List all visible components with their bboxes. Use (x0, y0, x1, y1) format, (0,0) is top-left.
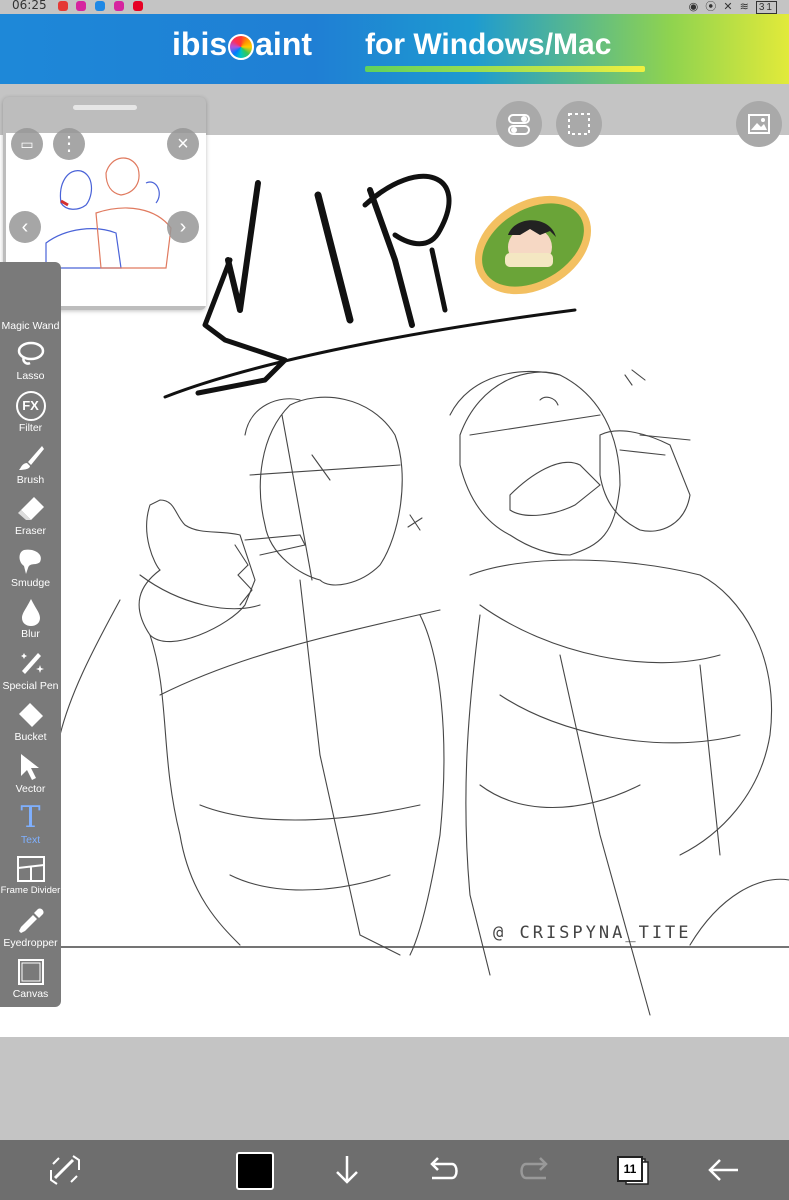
bottom-toolbar: 11 (0, 1140, 789, 1200)
eyedropper-icon (18, 908, 44, 933)
tool-label: Vector (15, 783, 46, 795)
navigator-view-button[interactable]: ▭ (11, 128, 43, 160)
redo-icon[interactable] (516, 1150, 556, 1190)
tool-label: Smudge (10, 577, 51, 589)
tool-palette: Magic Wand Lasso FX Filter Brush Eraser … (0, 262, 61, 1007)
tool-frame-divider[interactable]: Frame Divider (0, 852, 61, 902)
reference-image-button[interactable] (736, 101, 782, 147)
status-time: 06:25 (12, 0, 47, 12)
sparkle-pen-icon (20, 653, 44, 674)
logo-text-left: ibis (172, 26, 228, 62)
cursor-arrow-icon (20, 754, 39, 780)
instagram-icon (76, 1, 86, 11)
banner-platform-text: for Windows/Mac (365, 28, 612, 61)
tool-magic-wand[interactable]: Magic Wand (0, 294, 61, 332)
fx-icon: FX (15, 391, 46, 421)
promo-banner[interactable]: ibis aint for Windows/Mac (0, 14, 789, 84)
arrow-down-icon[interactable] (327, 1150, 367, 1190)
notification-icon (58, 1, 68, 11)
navigator-prev-button[interactable]: ‹ (9, 211, 41, 243)
tool-lasso[interactable]: Lasso (0, 337, 61, 387)
tool-label: Filter (18, 422, 43, 434)
navigator-next-button[interactable]: › (167, 211, 199, 243)
tool-label: Magic Wand (1, 320, 60, 332)
smudge-icon (19, 549, 41, 574)
tool-special-pen[interactable]: Special Pen (0, 647, 61, 697)
text-t-icon: T (20, 800, 41, 835)
pickle-sticker (474, 195, 592, 295)
tool-label: Bucket (14, 731, 47, 743)
canvas-icon (17, 959, 44, 985)
tool-label: Special Pen (2, 680, 59, 692)
status-bar: 06:25 ◉ ⦿ ✕ ≋ 31 (0, 0, 789, 14)
transform-icon[interactable] (45, 1150, 85, 1190)
tool-filter[interactable]: FX Filter (0, 389, 61, 439)
tool-smudge[interactable]: Smudge (0, 544, 61, 594)
system-icons: ◉ ⦿ ✕ ≋ 31 (689, 0, 777, 14)
tool-label: Eraser (15, 525, 46, 537)
toggle-panels-button[interactable] (496, 101, 542, 147)
lasso-icon (17, 341, 44, 365)
tool-text[interactable]: T Text (0, 801, 61, 851)
tool-eyedropper[interactable]: Eyedropper (0, 904, 61, 954)
banner-underline (365, 66, 645, 72)
tool-label: Frame Divider (0, 885, 61, 896)
tool-label: Eyedropper (3, 937, 58, 949)
navigator-menu-button[interactable]: ⋮ (53, 128, 85, 160)
toggle-switch-icon (508, 114, 530, 135)
ibispaint-logo: ibis aint (172, 26, 312, 63)
eraser-icon (17, 497, 44, 520)
tool-label: Text (20, 834, 41, 846)
back-arrow-icon[interactable] (704, 1150, 744, 1190)
bucket-icon (18, 703, 43, 727)
brush-icon (18, 446, 44, 470)
pinterest-icon (133, 1, 143, 11)
logo-text-right: aint (255, 26, 313, 62)
tool-vector[interactable]: Vector (0, 750, 61, 800)
panel-drag-handle[interactable] (73, 105, 137, 110)
frame-divider-icon (16, 856, 45, 882)
instagram-icon (114, 1, 124, 11)
artist-watermark: @ CRISPYNA_TITE (493, 923, 692, 943)
color-wheel-icon (228, 33, 255, 60)
tool-label: Lasso (16, 370, 45, 382)
battery-level: 31 (755, 1, 777, 14)
current-color-swatch[interactable] (236, 1152, 274, 1190)
undo-icon[interactable] (422, 1150, 462, 1190)
tool-blur[interactable]: Blur (0, 595, 61, 645)
tool-label: Blur (21, 628, 40, 640)
droplet-icon (21, 599, 40, 626)
messenger-icon (95, 1, 105, 11)
navigator-close-button[interactable]: × (167, 128, 199, 160)
tool-canvas[interactable]: Canvas (0, 955, 61, 1005)
dashed-selection-icon (568, 113, 590, 135)
tool-label: Brush (16, 474, 45, 486)
tool-bucket[interactable]: Bucket (0, 698, 61, 748)
tool-brush[interactable]: Brush (0, 441, 61, 491)
image-icon (748, 114, 770, 134)
tool-eraser[interactable]: Eraser (0, 492, 61, 542)
selection-button[interactable] (556, 101, 602, 147)
layers-button[interactable]: 11 (617, 1156, 643, 1182)
tool-label: Canvas (12, 988, 49, 1000)
